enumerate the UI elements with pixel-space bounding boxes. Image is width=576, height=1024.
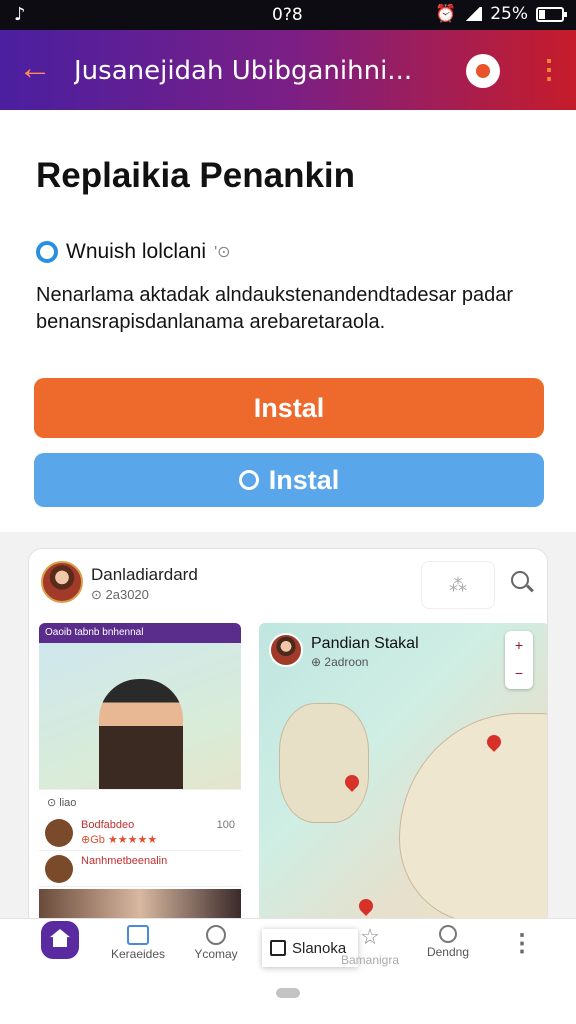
grid-icon[interactable]: ⁂: [421, 561, 495, 609]
nav-label: Keraeides: [110, 947, 166, 961]
signal-icon: [464, 7, 483, 21]
map-zoom-controls[interactable]: + −: [505, 631, 533, 689]
nav-dendng[interactable]: Dendng: [408, 925, 488, 959]
install-secondary-button[interactable]: Instal: [34, 453, 544, 507]
page-title: Replaikia Penankin: [36, 156, 356, 195]
nav-bamanigra[interactable]: ☆ Bamanigra: [330, 924, 410, 968]
map-view[interactable]: Pandian Stakal ⊕ 2adroon + −: [259, 623, 547, 923]
nav-label: Dendng: [426, 945, 470, 959]
meta-row: Wnuish lolclani '⊙: [36, 240, 231, 264]
status-time: 0?8: [272, 5, 303, 25]
mini-strip: ⊙ liao: [39, 789, 241, 815]
search-icon: [206, 925, 226, 945]
back-arrow-icon[interactable]: ←: [18, 50, 52, 86]
nav-label: Bamanigra: [340, 953, 400, 967]
nav-keraeides[interactable]: Keraeides: [98, 925, 178, 961]
user-icon: [439, 925, 457, 943]
gear-icon[interactable]: [466, 54, 500, 88]
map-pin-icon[interactable]: [356, 896, 376, 916]
more-vertical-icon[interactable]: ⋮: [536, 54, 562, 84]
star-icon: ☆: [360, 924, 380, 949]
rating-stars: ⊕Gb ★★★★★: [81, 834, 158, 846]
nav-home[interactable]: [20, 921, 100, 961]
list-item[interactable]: Bodfabdeo ⊕Gb ★★★★★ 100: [39, 815, 241, 851]
install-button[interactable]: Instal: [34, 378, 544, 438]
battery-icon: [536, 6, 567, 22]
more-vertical-icon[interactable]: ⋮: [510, 929, 534, 959]
verified-icon: [36, 241, 58, 263]
alarm-icon: ⏰: [435, 4, 457, 24]
avatar: [45, 819, 73, 847]
list-item-label: Bodfabdeo: [81, 819, 135, 831]
notification-icon: ♪: [14, 4, 26, 25]
avatar[interactable]: [41, 561, 83, 603]
home-indicator[interactable]: [276, 988, 300, 998]
square-icon: [270, 940, 286, 956]
mini-map-image: [39, 643, 241, 809]
list-item-label: Nanhmetbeenalin: [81, 855, 168, 867]
list-item-value: 100: [216, 819, 235, 831]
bottom-nav: Keraeides Ycomay Slanoka ☆ Bamanigra Den…: [0, 918, 576, 976]
status-bar: ♪ 0?8 ⏰ 25%: [0, 0, 576, 30]
document-icon: [127, 925, 149, 945]
description: Nenarlama aktadak alndaukstenandendtades…: [36, 284, 514, 333]
map-sub: ⊕ 2adroon: [311, 655, 369, 669]
install-button-label: Instal: [253, 392, 325, 423]
preview-card[interactable]: Danladiardard ⊙ 2a3020 ⁂ Oaoib tabnb bnh…: [28, 548, 548, 928]
app-bar: ← Jusanejidah Ubibganihni... ⋮: [0, 30, 576, 110]
nav-label: Ycomay: [194, 947, 238, 961]
avatar: [269, 633, 303, 667]
refresh-icon: [238, 470, 259, 490]
app-bar-title: Jusanejidah Ubibganihni...: [74, 56, 413, 86]
install-secondary-label: Instal: [268, 464, 340, 495]
search-icon[interactable]: [511, 571, 529, 589]
map-title: Pandian Stakal: [311, 635, 419, 652]
home-icon: [41, 921, 79, 959]
mini-top-bar: Oaoib tabnb bnhennal: [39, 623, 241, 643]
avatar: [45, 855, 73, 883]
battery-percent: 25%: [490, 4, 528, 24]
meta-label: Wnuish lolclani: [66, 240, 207, 263]
card-sub: ⊙ 2a3020: [91, 587, 149, 602]
meta-suffix: '⊙: [214, 244, 231, 261]
list-item[interactable]: Nanhmetbeenalin: [39, 851, 241, 887]
nav-ycomay[interactable]: Ycomay: [176, 925, 256, 961]
card-name: Danladiardard: [91, 565, 198, 584]
mini-screenshot[interactable]: Oaoib tabnb bnhennal ⊙ liao Bodfabdeo ⊕G…: [39, 623, 241, 923]
